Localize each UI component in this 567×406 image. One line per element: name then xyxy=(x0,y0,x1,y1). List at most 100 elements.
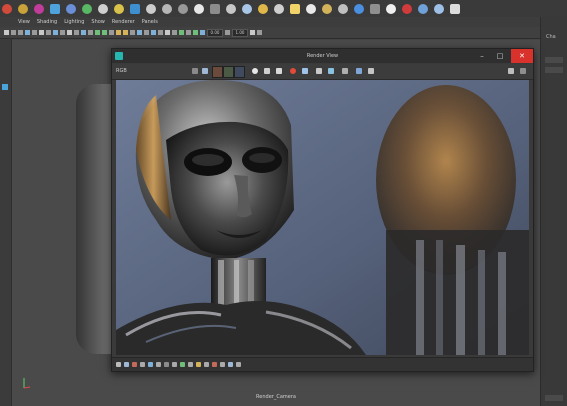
keep-image-icon[interactable] xyxy=(264,68,270,74)
spotlight-icon[interactable] xyxy=(306,3,316,14)
status-icon[interactable] xyxy=(180,362,185,367)
render-view-title-bar[interactable]: Render View – □ ✕ xyxy=(112,49,533,63)
film-gate-icon[interactable] xyxy=(53,30,58,35)
help-icon[interactable] xyxy=(450,3,460,14)
menu-show[interactable]: Show xyxy=(91,17,105,27)
save-image-icon[interactable] xyxy=(368,68,374,74)
textured-icon[interactable] xyxy=(116,30,121,35)
status-icon[interactable] xyxy=(236,362,241,367)
wireframe-on-shaded-icon[interactable] xyxy=(109,30,114,35)
ipr-render-icon[interactable] xyxy=(202,68,208,74)
multisample-aa-icon[interactable] xyxy=(151,30,156,35)
curve-tool-icon[interactable] xyxy=(178,3,188,14)
select-tool-icon[interactable] xyxy=(2,84,8,90)
status-icon[interactable] xyxy=(132,362,137,367)
gate-mask-icon[interactable] xyxy=(67,30,72,35)
smooth-shade-icon[interactable] xyxy=(102,30,107,35)
display-rgb-icon[interactable] xyxy=(316,68,322,74)
options-icon[interactable] xyxy=(508,68,514,74)
material-icon[interactable] xyxy=(130,3,140,14)
depth-of-field-icon[interactable] xyxy=(158,30,163,35)
screen-space-ao-icon[interactable] xyxy=(137,30,142,35)
region-swatch-red[interactable] xyxy=(212,66,223,78)
polygon-cube-icon[interactable] xyxy=(18,3,28,14)
region-swatch-blue[interactable] xyxy=(234,66,245,78)
shader-ball-icon[interactable] xyxy=(370,3,380,14)
status-icon[interactable] xyxy=(156,362,161,367)
camera-attributes-icon[interactable] xyxy=(11,30,16,35)
status-icon[interactable] xyxy=(220,362,225,367)
display-alpha-icon[interactable] xyxy=(302,68,308,74)
light-icon[interactable] xyxy=(146,3,156,14)
channel-row[interactable] xyxy=(545,395,563,401)
bulb-icon[interactable] xyxy=(290,3,300,14)
motion-blur-icon[interactable] xyxy=(144,30,149,35)
status-icon[interactable] xyxy=(164,362,169,367)
texture-icon[interactable] xyxy=(114,3,124,14)
status-icon[interactable] xyxy=(148,362,153,367)
image-plane-icon[interactable] xyxy=(25,30,30,35)
menu-lighting[interactable]: Lighting xyxy=(64,17,84,27)
hypershade-icon[interactable] xyxy=(434,3,444,14)
use-all-lights-icon[interactable] xyxy=(123,30,128,35)
polygon-cylinder-icon[interactable] xyxy=(34,3,44,14)
resolution-gate-icon[interactable] xyxy=(60,30,65,35)
minimize-button[interactable]: – xyxy=(473,49,491,63)
channel-menu[interactable]: RGB xyxy=(116,64,127,79)
safe-action-icon[interactable] xyxy=(81,30,86,35)
region-swatch-green[interactable] xyxy=(223,66,234,78)
close-button[interactable]: ✕ xyxy=(511,49,533,63)
x-ray-icon[interactable] xyxy=(172,30,177,35)
rendered-image-canvas[interactable] xyxy=(116,80,529,355)
zoom-icon[interactable] xyxy=(342,68,348,74)
render-settings-icon[interactable] xyxy=(418,3,428,14)
menu-shading[interactable]: Shading xyxy=(37,17,57,27)
grid-toggle-icon[interactable] xyxy=(46,30,51,35)
grid-icon[interactable] xyxy=(210,3,220,14)
deformer-icon[interactable] xyxy=(242,3,252,14)
exposure-icon[interactable] xyxy=(200,30,205,35)
snapshot-icon[interactable] xyxy=(252,68,258,74)
maximize-button[interactable]: □ xyxy=(491,49,509,63)
menu-view[interactable]: View xyxy=(18,17,30,27)
x-ray-active-icon[interactable] xyxy=(186,30,191,35)
redo-render-icon[interactable] xyxy=(192,68,198,74)
render-icon[interactable] xyxy=(402,3,412,14)
status-icon[interactable] xyxy=(212,362,217,367)
select-camera-icon[interactable] xyxy=(4,30,9,35)
menu-panels[interactable]: Panels xyxy=(142,17,158,27)
sculpt-icon[interactable] xyxy=(274,3,284,14)
mesh-tool-icon[interactable] xyxy=(98,3,108,14)
render-stop-icon[interactable] xyxy=(290,68,296,74)
polygon-plane-icon[interactable] xyxy=(82,3,92,14)
polygon-cone-icon[interactable] xyxy=(50,3,60,14)
status-icon[interactable] xyxy=(124,362,129,367)
channel-row[interactable] xyxy=(545,67,563,73)
grease-pencil-icon[interactable] xyxy=(39,30,44,35)
status-icon[interactable] xyxy=(172,362,177,367)
one-to-one-icon[interactable] xyxy=(328,68,334,74)
shadows-icon[interactable] xyxy=(130,30,135,35)
gamma-icon[interactable] xyxy=(225,30,230,35)
render-view-window[interactable]: Render View – □ ✕ RGB xyxy=(111,48,534,372)
backface-culling-icon[interactable] xyxy=(193,30,198,35)
field-chart-icon[interactable] xyxy=(74,30,79,35)
settings-icon[interactable] xyxy=(520,68,526,74)
channel-row[interactable] xyxy=(545,57,563,63)
x-ray-joints-icon[interactable] xyxy=(179,30,184,35)
isolate-select-icon[interactable] xyxy=(165,30,170,35)
status-icon[interactable] xyxy=(140,362,145,367)
color-manage-icon[interactable] xyxy=(356,68,362,74)
status-icon[interactable] xyxy=(188,362,193,367)
bookmark-icon[interactable] xyxy=(18,30,23,35)
status-icon[interactable] xyxy=(116,362,121,367)
wireframe-icon[interactable] xyxy=(95,30,100,35)
polygon-torus-icon[interactable] xyxy=(66,3,76,14)
status-icon[interactable] xyxy=(204,362,209,367)
safe-title-icon[interactable] xyxy=(88,30,93,35)
status-icon[interactable] xyxy=(228,362,233,367)
remove-image-icon[interactable] xyxy=(276,68,282,74)
polygon-sphere-icon[interactable] xyxy=(2,3,12,14)
view-transform-icon[interactable] xyxy=(257,30,262,35)
color-management-icon[interactable] xyxy=(250,30,255,35)
